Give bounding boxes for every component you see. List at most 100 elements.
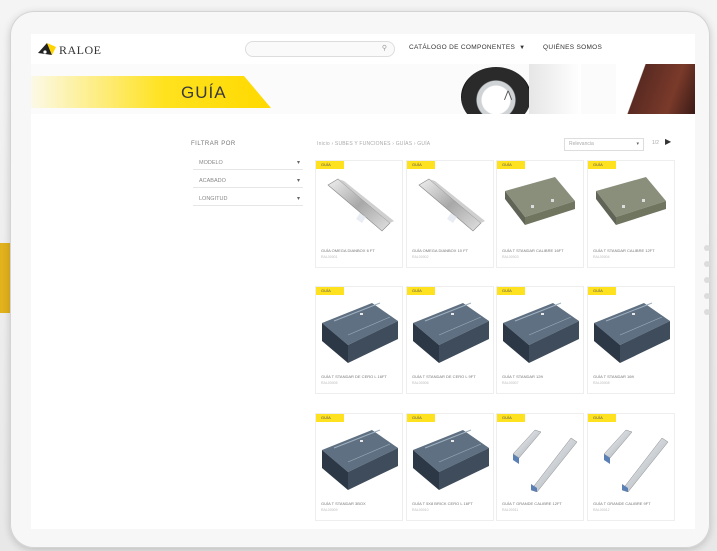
tablet-side-buttons [704,245,714,325]
product-image[interactable] [592,424,670,493]
product-sku: RAL00001 [321,255,338,259]
product-tag: GUÍA [588,414,616,422]
product-sku: RAL00005 [321,381,338,385]
banner-yellow-band [31,76,271,108]
tablet-dot [704,261,710,267]
product-card[interactable]: GUÍA GUÍA T GRANDE CALIBRE 12FT RAL00011 [497,414,583,520]
product-name[interactable]: GUÍA T STANDAR 12ft [502,374,580,379]
search-icon[interactable]: ⚲ [382,44,387,52]
product-image[interactable] [501,424,579,493]
product-card[interactable]: GUÍA GUÍA T STANDAR DE CERO L 16FT RAL0000… [316,287,402,393]
filter-label: LONGITUD [199,196,228,202]
product-name[interactable]: GUÍA T STANDAR 16ft [593,374,671,379]
chevron-down-icon: ▾ [636,141,639,147]
sort-select[interactable]: Relevancia ▾ [564,138,644,151]
product-tag: GUÍA [497,414,525,422]
product-name[interactable]: GUÍA T STANDAR CALIBRE 16FT [502,248,580,253]
product-tag: GUÍA [407,287,435,295]
product-tag: GUÍA [316,287,344,295]
product-sku: RAL00009 [321,508,338,512]
site-header: RALOE ⚲ CATÁLOGO DE COMPONENTES ▼ QUIÉNES… [31,34,695,64]
tablet-dot [704,293,710,299]
banner-wheel-image [461,67,531,114]
product-sku: RAL00010 [412,508,429,512]
product-image[interactable] [320,171,398,239]
banner-car-image [529,64,581,114]
filter-label: ACABADO [199,178,226,184]
product-name[interactable]: GUÍA T 5X8 BRICK CERO L 16FT [412,501,490,506]
product-card[interactable]: GUÍA GUÍA T STANDAR 16ft RAL00008 [588,287,674,393]
product-sku: RAL00007 [502,381,519,385]
product-image[interactable] [320,424,398,492]
product-sku: RAL00006 [412,381,429,385]
filter-length-dropdown[interactable]: LONGITUD ▾ [193,192,303,206]
product-image[interactable] [501,297,579,365]
product-image[interactable] [411,297,489,365]
banner-car-detail-image [616,64,695,114]
product-tag: GUÍA [316,161,344,169]
product-sku: RAL00003 [502,255,519,259]
product-name[interactable]: GUÍA OMEGA DIANBOX 10 FT [412,248,490,253]
product-name[interactable]: GUÍA T GRANDE CALIBRE 12FT [502,501,580,506]
product-card[interactable]: GUÍA GUÍA T STANDAR CALIBRE 12FT RAL00004 [588,161,674,267]
search-input[interactable]: ⚲ [245,41,395,57]
product-tag: GUÍA [316,414,344,422]
filter-finish-dropdown[interactable]: ACABADO ▾ [193,174,303,188]
nav-about-link[interactable]: QUIÉNES SOMOS [543,44,602,51]
chevron-down-icon: ▾ [296,178,300,184]
filter-title: FILTRAR POR [191,141,236,147]
filter-label: MODELO [199,160,223,166]
product-card[interactable]: GUÍA GUÍA T STANDAR CALIBRE 16FT RAL00003 [497,161,583,267]
product-name[interactable]: GUÍA T STANDAR CALIBRE 12FT [593,248,671,253]
product-card[interactable]: GUÍA GUÍA OMEGA DIANBOX 6 FT RAL00001 [316,161,402,267]
product-tag: GUÍA [407,161,435,169]
sort-label: Relevancia [569,141,594,147]
product-card[interactable]: GUÍA GUÍA T STANDAR 12ft RAL00007 [497,287,583,393]
product-tag: GUÍA [407,414,435,422]
chevron-right-icon[interactable]: ▶ [665,137,671,146]
product-tag: GUÍA [588,287,616,295]
tablet-dot [704,245,710,251]
product-image[interactable] [592,171,670,239]
product-name[interactable]: GUÍA T GRANDE CALIBRE 9FT [593,501,671,506]
product-name[interactable]: GUÍA T STANDAR DE CERO L 9FT [412,374,490,379]
product-image[interactable] [501,171,579,239]
product-image[interactable] [592,297,670,365]
product-card[interactable]: GUÍA GUÍA T STANDAR DE CERO L 9FT RAL00006 [407,287,493,393]
tablet-dot [704,309,710,315]
product-tag: GUÍA [497,287,525,295]
chevron-down-icon: ▾ [296,160,300,166]
page-title: GUÍA [181,83,227,102]
product-card[interactable]: GUÍA GUÍA T STANDAR 3BOX RAL00009 [316,414,402,520]
hero-banner: GUÍA ⋀ [31,64,695,114]
product-sku: RAL00012 [593,508,610,512]
wheel-hub-mark: ⋀ [504,90,513,101]
product-sku: RAL00011 [502,508,519,512]
product-name[interactable]: GUÍA OMEGA DIANBOX 6 FT [321,248,399,253]
product-card[interactable]: GUÍA GUÍA T GRANDE CALIBRE 9FT RAL00012 [588,414,674,520]
product-sku: RAL00008 [593,381,610,385]
website-screen: RALOE ⚲ CATÁLOGO DE COMPONENTES ▼ QUIÉNES… [31,34,695,529]
pagination-status: 1/2 [652,140,659,146]
chevron-down-icon: ▼ [519,45,526,51]
product-card[interactable]: GUÍA GUÍA OMEGA DIANBOX 10 FT RAL00002 [407,161,493,267]
logo-text: RALOE [59,42,102,57]
product-image[interactable] [411,424,489,492]
tablet-dot [704,277,710,283]
breadcrumb[interactable]: Inicio › SUBES Y FUNCIONES › GUÍAS › GUÍ… [317,141,430,147]
filter-model-dropdown[interactable]: MODELO ▾ [193,156,303,170]
product-image[interactable] [411,171,489,239]
logo-mark-icon [38,43,56,55]
site-logo[interactable]: RALOE [38,41,102,59]
nav-catalog-label: CATÁLOGO DE COMPONENTES [409,44,516,51]
product-name[interactable]: GUÍA T STANDAR DE CERO L 16FT [321,374,399,379]
product-tag: GUÍA [588,161,616,169]
product-card[interactable]: GUÍA GUÍA T 5X8 BRICK CERO L 16FT RAL00010 [407,414,493,520]
product-sku: RAL00004 [593,255,610,259]
product-sku: RAL00002 [412,255,429,259]
product-name[interactable]: GUÍA T STANDAR 3BOX [321,501,399,506]
product-tag: GUÍA [497,161,525,169]
nav-catalog-dropdown[interactable]: CATÁLOGO DE COMPONENTES ▼ [409,44,525,51]
product-image[interactable] [320,297,398,365]
chevron-down-icon: ▾ [296,196,300,202]
